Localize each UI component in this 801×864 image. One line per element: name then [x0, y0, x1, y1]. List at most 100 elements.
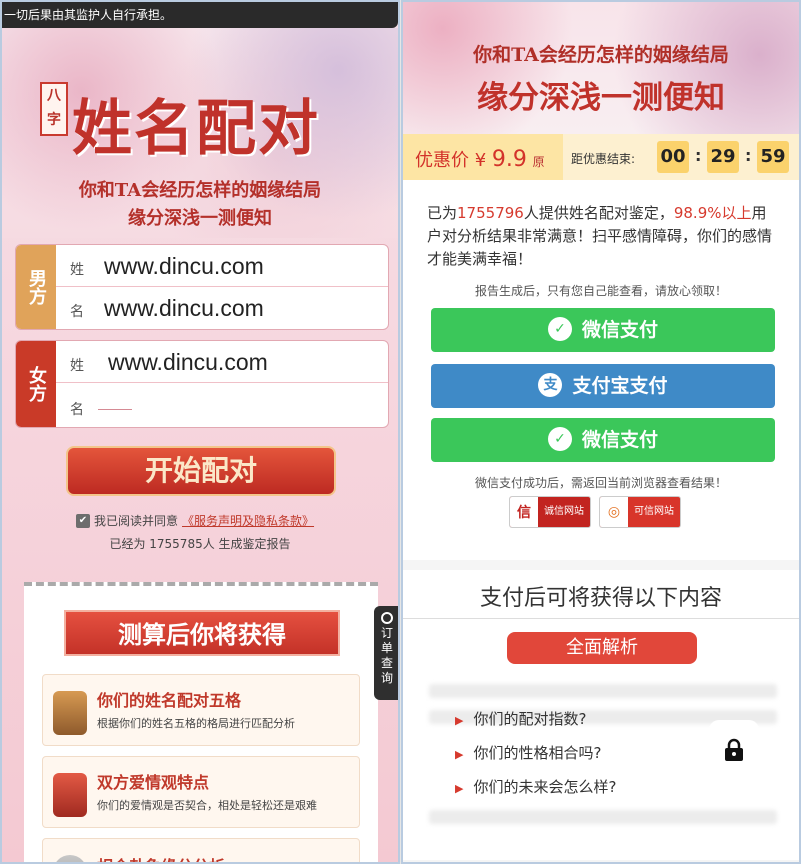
subtitle-2: 缘分深浅一测便知: [128, 208, 272, 229]
para-mid: 人提供姓名配对鉴定，: [523, 204, 674, 222]
male-card: 男方 姓 www.dincu.com 名 www.dincu.com: [15, 244, 389, 330]
timer-label: 距优惠结束:: [571, 152, 636, 166]
item-title: 相合卦象缘分分析: [97, 853, 225, 862]
name-label: 名: [70, 304, 84, 320]
price: 优惠价 ¥ 9.9 原: [415, 146, 545, 172]
alipay-icon: 支: [538, 372, 563, 397]
female-name-row[interactable]: 名: [56, 385, 388, 427]
price-value: 9.9: [491, 147, 527, 172]
surname-label: 姓: [70, 262, 84, 278]
wechat-pay-button-2[interactable]: ✓ 微信支付: [431, 418, 775, 462]
countdown-timer: 距优惠结束: 00 : 29 : 59: [563, 134, 799, 180]
female-name-input[interactable]: [98, 409, 132, 410]
question-item: ▶ 你们的未来会怎么样?: [455, 776, 616, 797]
timer-seconds: 59: [757, 141, 789, 173]
cert2-label: 可信网站: [634, 506, 674, 517]
item-title: 你们的姓名配对五格: [97, 691, 242, 710]
blurred-line: [429, 684, 777, 698]
order-query-tab[interactable]: 订单查询: [374, 606, 398, 700]
report-count: 已经为 1755785人 生成鉴定报告: [109, 537, 291, 551]
price-label: 优惠价: [415, 150, 469, 171]
bazi-badge: 八字: [40, 82, 68, 136]
wechat-icon: ✓: [547, 426, 572, 451]
list-item: 你们的姓名配对五格 根据你们的姓名五格的格局进行匹配分析: [42, 674, 360, 746]
item-title: 双方爱情观特点: [97, 773, 210, 792]
terms-link[interactable]: 《服务声明及隐私条款》: [182, 512, 314, 529]
page-title: 姓名配对: [72, 94, 320, 164]
male-surname-row[interactable]: 姓 www.dincu.com: [56, 245, 388, 287]
after-pay-section: 支付后可将获得以下内容 全面解析 ▶ 你们的配对指数? ▶ 你们的性格相合吗? ▶ 你…: [403, 570, 799, 860]
male-name-input[interactable]: www.dincu.com: [104, 295, 264, 322]
right-panel: 你和TA会经历怎样的姻缘结局 缘分深浅一测便知 优惠价 ¥ 9.9 原 距优惠结…: [401, 0, 801, 864]
male-side-label: 男方: [16, 245, 56, 329]
alipay-label: 支付宝支付: [572, 375, 668, 397]
after-title: 支付后可将获得以下内容: [479, 586, 722, 611]
start-button[interactable]: 开始配对: [66, 446, 336, 496]
results-title: 测算后你将获得: [64, 610, 340, 656]
agree-row: ✔ 我已阅读并同意 《服务声明及隐私条款》: [76, 512, 314, 529]
price-currency: ¥: [474, 150, 487, 171]
female-surname-input[interactable]: www.dincu.com: [108, 349, 268, 376]
lock-overlay: [709, 720, 759, 780]
blurred-line: [429, 810, 777, 824]
list-item: 相合卦象缘分分析: [42, 838, 360, 862]
results-section: 测算后你将获得 你们的姓名配对五格 根据你们的姓名五格的格局进行匹配分析 双方爱…: [24, 582, 378, 862]
timer-hours: 00: [657, 141, 689, 173]
search-icon: [381, 612, 393, 624]
cert-badges: 信诚信网站 ◎ 可信网站: [509, 496, 681, 528]
wechat-icon: ✓: [547, 316, 572, 341]
female-side-label: 女方: [16, 341, 56, 427]
cert-badge-2[interactable]: ◎ 可信网站: [599, 496, 681, 528]
price-bar: 优惠价 ¥ 9.9 原 距优惠结束: 00 : 29 : 59: [403, 134, 799, 180]
triangle-icon: ▶: [455, 714, 464, 727]
question-text: 你们的配对指数?: [473, 710, 587, 728]
female-side-text: 女方: [26, 366, 47, 402]
brush-pot-icon: [53, 691, 87, 735]
cert1-label: 诚信网站: [544, 506, 584, 517]
subtitle-1: 你和TA会经历怎样的姻缘结局: [78, 180, 322, 201]
right-headline-2: 缘分深浅一测便知: [477, 80, 725, 116]
male-side-text: 男方: [26, 269, 47, 305]
question-text: 你们的性格相合吗?: [473, 744, 602, 762]
divider: [403, 618, 799, 619]
timer-minutes: 29: [707, 141, 739, 173]
alipay-button[interactable]: 支支付宝支付: [431, 364, 775, 408]
agree-text: 我已阅读并同意: [94, 514, 179, 528]
name-label: 名: [70, 402, 84, 418]
question-text: 你们的未来会怎么样?: [473, 778, 617, 796]
item-desc: 你们的爱情观是否契合，相处是轻松还是艰难: [97, 799, 317, 812]
top-notice: 一切后果由其监护人自行承担。: [2, 2, 398, 28]
surname-label: 姓: [70, 358, 84, 374]
list-item: 双方爱情观特点 你们的爱情观是否契合，相处是轻松还是艰难: [42, 756, 360, 828]
original-price: 原: [532, 155, 545, 169]
couple-figure-icon: [53, 773, 87, 817]
question-item: ▶ 你们的配对指数?: [455, 708, 586, 729]
lock-icon: [725, 738, 743, 761]
shield-icon: 信: [510, 497, 538, 527]
para-count: 1755796: [457, 204, 524, 222]
spiral-icon: ◎: [600, 497, 628, 527]
order-query-label: 订单查询: [380, 626, 393, 685]
agree-checkbox[interactable]: ✔: [76, 513, 90, 528]
left-panel: 一切后果由其监护人自行承担。 八字 姓名配对 你和TA会经历怎样的姻缘结局 缘分…: [0, 0, 400, 864]
male-surname-input[interactable]: www.dincu.com: [104, 253, 264, 280]
female-card: 女方 姓 www.dincu.com 名: [15, 340, 389, 428]
cert-badge-1[interactable]: 信诚信网站: [509, 496, 591, 528]
wechat-pay-label: 微信支付: [581, 429, 658, 451]
full-analysis-pill: 全面解析: [507, 632, 697, 664]
right-headline-1: 你和TA会经历怎样的姻缘结局: [473, 44, 729, 66]
bagua-icon: [53, 855, 87, 862]
pay-tip: 微信支付成功后，需返回当前浏览器查看结果！: [474, 476, 727, 490]
report-tip: 报告生成后，只有您自己能查看，请放心领取！: [474, 284, 727, 298]
para-rate: 98.9%以上: [673, 204, 752, 222]
triangle-icon: ▶: [455, 782, 464, 795]
payment-section: 已为1755796人提供姓名配对鉴定，98.9%以上用户对分析结果非常满意！扫平…: [403, 180, 799, 560]
male-name-row[interactable]: 名 www.dincu.com: [56, 287, 388, 329]
female-surname-row[interactable]: 姓 www.dincu.com: [56, 341, 388, 383]
triangle-icon: ▶: [455, 748, 464, 761]
wechat-pay-label: 微信支付: [581, 319, 658, 341]
stats-paragraph: 已为1755796人提供姓名配对鉴定，98.9%以上用户对分析结果非常满意！扫平…: [427, 202, 775, 271]
right-hero: 你和TA会经历怎样的姻缘结局 缘分深浅一测便知: [403, 2, 799, 134]
wechat-pay-button[interactable]: ✓ 微信支付: [431, 308, 775, 352]
item-desc: 根据你们的姓名五格的格局进行匹配分析: [97, 717, 295, 730]
